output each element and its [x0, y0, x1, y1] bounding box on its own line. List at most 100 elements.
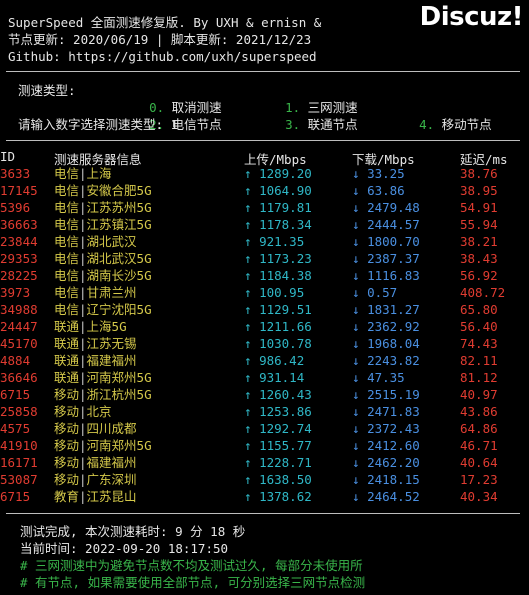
row-location: 河南郑州5G [86, 438, 152, 453]
row-sep: | [79, 200, 87, 215]
row-location: 上海5G [86, 319, 127, 334]
row-upload: 1064.90 [259, 183, 312, 198]
table-row: 5396 电信|江苏苏州5G ↑ 1179.81 ↓ 2479.48 54.91 [0, 199, 522, 216]
table-row: 4884 联通|福建福州 ↑ 986.42 ↓ 2243.82 82.11 [0, 352, 522, 369]
row-sep: | [79, 217, 87, 232]
row-isp: 移动 [54, 404, 80, 419]
download-arrow-icon: ↓ [352, 336, 360, 351]
table-row: 36646 联通|河南郑州5G ↑ 931.14 ↓ 47.35 81.12 [0, 369, 522, 386]
row-sep: | [79, 319, 87, 334]
row-latency: 38.43 [460, 251, 498, 266]
speed-table: 3633 电信|上海 ↑ 1289.20 ↓ 33.25 38.76 17145 电信|安徽… [0, 165, 522, 505]
row-sep: | [79, 472, 87, 487]
row-latency: 43.86 [460, 404, 498, 419]
table-row: 3973 电信|甘肃兰州 ↑ 100.95 ↓ 0.57 408.72 [0, 284, 522, 301]
separator-mid [6, 140, 520, 141]
upload-arrow-icon: ↑ [244, 200, 252, 215]
download-arrow-icon: ↓ [352, 353, 360, 368]
row-sep: | [79, 268, 87, 283]
upload-arrow-icon: ↑ [244, 166, 252, 181]
upload-arrow-icon: ↑ [244, 438, 252, 453]
row-latency: 56.40 [460, 319, 498, 334]
footer-done: 测试完成, 本次测速耗时: 9 分 18 秒 [20, 524, 246, 539]
table-row: 34988 电信|辽宁沈阳5G ↑ 1129.51 ↓ 1831.27 65.80 [0, 301, 522, 318]
row-id: 53087 [0, 472, 38, 487]
row-latency: 40.97 [460, 387, 498, 402]
row-download: 63.86 [367, 183, 405, 198]
row-isp: 电信 [54, 234, 80, 249]
row-isp: 电信 [54, 302, 80, 317]
upload-arrow-icon: ↑ [244, 319, 252, 334]
row-download: 2479.48 [367, 200, 420, 215]
row-upload: 921.35 [259, 234, 305, 249]
row-download: 0.57 [367, 285, 398, 300]
row-download: 1800.70 [367, 234, 420, 249]
row-id: 29353 [0, 251, 38, 266]
row-download: 2412.60 [367, 438, 420, 453]
download-arrow-icon: ↓ [352, 183, 360, 198]
menu-option-3-num: 3. [285, 117, 301, 132]
row-location: 江苏昆山 [86, 489, 137, 504]
row-download: 1968.04 [367, 336, 420, 351]
row-id: 17145 [0, 183, 38, 198]
row-sep: | [79, 370, 87, 385]
table-row: 6715 移动|浙江杭州5G ↑ 1260.43 ↓ 2515.19 40.97 [0, 386, 522, 403]
upload-arrow-icon: ↑ [244, 336, 252, 351]
row-isp: 联通 [54, 370, 80, 385]
row-latency: 17.23 [460, 472, 498, 487]
watermark-logo: Discuz! [419, 2, 524, 32]
row-sep: | [79, 183, 87, 198]
menu-option-4: 4. 移动节点 [404, 99, 492, 133]
download-arrow-icon: ↓ [352, 404, 360, 419]
row-download: 33.25 [367, 166, 405, 181]
row-location: 湖南长沙5G [86, 268, 152, 283]
table-row: 17145 电信|安徽合肥5G ↑ 1064.90 ↓ 63.86 38.95 [0, 182, 522, 199]
row-location: 上海 [86, 166, 112, 181]
row-isp: 电信 [54, 251, 80, 266]
row-id: 41910 [0, 438, 38, 453]
row-upload: 1638.50 [259, 472, 312, 487]
row-latency: 38.21 [460, 234, 498, 249]
row-isp: 电信 [54, 200, 80, 215]
row-upload: 1129.51 [259, 302, 312, 317]
row-latency: 40.34 [460, 489, 498, 504]
row-sep: | [79, 387, 87, 402]
row-upload: 1292.74 [259, 421, 312, 436]
table-row: 3633 电信|上海 ↑ 1289.20 ↓ 33.25 38.76 [0, 165, 522, 182]
row-location: 福建福州 [86, 353, 137, 368]
table-row: 16171 移动|福建福州 ↑ 1228.71 ↓ 2462.20 40.64 [0, 454, 522, 471]
row-latency: 65.80 [460, 302, 498, 317]
row-isp: 电信 [54, 217, 80, 232]
row-sep: | [79, 438, 87, 453]
row-download: 2515.19 [367, 387, 420, 402]
download-arrow-icon: ↓ [352, 319, 360, 334]
download-arrow-icon: ↓ [352, 472, 360, 487]
row-download: 2471.83 [367, 404, 420, 419]
menu-option-4-num: 4. [419, 117, 435, 132]
row-id: 28225 [0, 268, 38, 283]
row-isp: 移动 [54, 472, 80, 487]
download-arrow-icon: ↓ [352, 268, 360, 283]
github-line: Github: https://github.com/uxh/superspee… [8, 49, 317, 64]
row-download: 1831.27 [367, 302, 420, 317]
row-id: 34988 [0, 302, 38, 317]
row-latency: 56.92 [460, 268, 498, 283]
table-row: 24447 联通|上海5G ↑ 1211.66 ↓ 2362.92 56.40 [0, 318, 522, 335]
row-id: 45170 [0, 336, 38, 351]
row-id: 3633 [0, 166, 31, 181]
row-isp: 联通 [54, 336, 80, 351]
row-isp: 移动 [54, 438, 80, 453]
table-row: 28225 电信|湖南长沙5G ↑ 1184.38 ↓ 1116.83 56.92 [0, 267, 522, 284]
row-latency: 64.86 [460, 421, 498, 436]
table-row: 53087 移动|广东深圳 ↑ 1638.50 ↓ 2418.15 17.23 [0, 471, 522, 488]
row-upload: 931.14 [259, 370, 305, 385]
row-location: 广东深圳 [86, 472, 137, 487]
download-arrow-icon: ↓ [352, 285, 360, 300]
row-isp: 联通 [54, 319, 80, 334]
row-isp: 移动 [54, 421, 80, 436]
row-isp: 移动 [54, 387, 80, 402]
row-download: 2387.37 [367, 251, 420, 266]
row-upload: 1211.66 [259, 319, 312, 334]
menu-prompt[interactable]: 请输入数字选择测速类型: 1 [18, 116, 178, 133]
row-location: 江苏苏州5G [86, 200, 152, 215]
